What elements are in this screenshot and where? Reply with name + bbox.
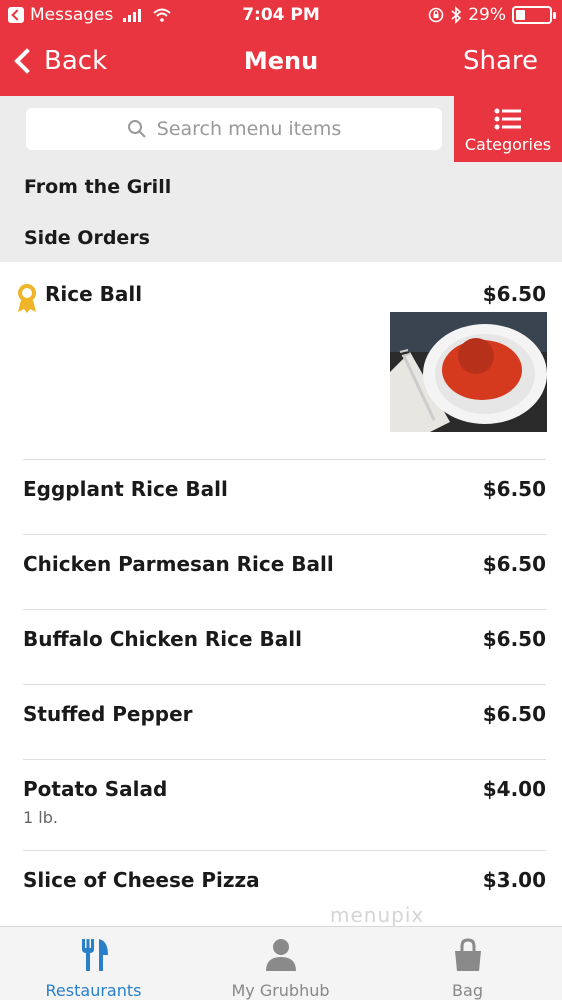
item-description: 1 lb. — [23, 808, 58, 827]
search-placeholder: Search menu items — [156, 118, 342, 140]
item-price: $4.00 — [482, 777, 546, 801]
item-price: $3.00 — [482, 868, 546, 892]
rice-ball-photo[interactable] — [390, 312, 547, 432]
menu-item-potato-salad[interactable]: Potato Salad $4.00 1 lb. — [0, 760, 562, 851]
menu-item-eggplant-rice-ball[interactable]: Eggplant Rice Ball $6.50 — [0, 460, 562, 535]
categories-button[interactable]: Categories — [454, 96, 562, 162]
bluetooth-icon — [451, 6, 462, 24]
item-name: Stuffed Pepper — [23, 702, 193, 726]
list-icon — [494, 108, 521, 130]
person-icon — [266, 939, 296, 971]
item-name: Slice of Cheese Pizza — [23, 868, 260, 892]
bag-icon — [455, 938, 481, 971]
tab-my-grubhub[interactable]: My Grubhub — [187, 927, 374, 1000]
status-bar: Messages 7:04 PM 29% — [0, 0, 562, 32]
battery-level — [516, 10, 526, 20]
tab-restaurants[interactable]: Restaurants — [0, 927, 187, 1000]
award-icon — [18, 284, 36, 313]
tab-label: My Grubhub — [231, 981, 330, 1000]
nav-bar: Back Menu Share — [0, 32, 562, 96]
menu-item-buffalo-chicken-rice-ball[interactable]: Buffalo Chicken Rice Ball $6.50 — [0, 610, 562, 685]
rotation-lock-icon — [428, 7, 444, 23]
category-list: From the Grill Side Orders — [0, 162, 562, 262]
tab-label: Restaurants — [45, 981, 142, 1000]
item-price: $6.50 — [482, 282, 546, 306]
item-price: $6.50 — [482, 702, 546, 726]
search-area: Search menu items Categories — [0, 96, 562, 162]
tab-bar: Restaurants My Grubhub Bag — [0, 926, 562, 1000]
categories-label: Categories — [464, 135, 552, 154]
share-button[interactable]: Share — [463, 46, 538, 76]
tab-label: Bag — [452, 981, 483, 1000]
category-from-the-grill[interactable]: From the Grill — [24, 176, 171, 198]
menu-item-stuffed-pepper[interactable]: Stuffed Pepper $6.50 — [0, 685, 562, 760]
item-price: $6.50 — [482, 477, 546, 501]
watermark: menupix — [330, 903, 425, 927]
item-name: Buffalo Chicken Rice Ball — [23, 627, 302, 651]
item-name: Eggplant Rice Ball — [23, 477, 228, 501]
menu-item-chicken-parmesan-rice-ball[interactable]: Chicken Parmesan Rice Ball $6.50 — [0, 535, 562, 610]
search-input[interactable]: Search menu items — [26, 108, 442, 150]
battery-percent: 29% — [468, 5, 506, 25]
menu-item-slice-of-cheese-pizza[interactable]: Slice of Cheese Pizza $3.00 — [0, 851, 562, 926]
status-right: 29% — [428, 5, 556, 25]
item-name: Chicken Parmesan Rice Ball — [23, 552, 334, 576]
tab-bag[interactable]: Bag — [374, 927, 561, 1000]
menu-item-rice-ball[interactable]: Rice Ball $6.50 — [0, 262, 562, 460]
item-name: Rice Ball — [45, 282, 143, 306]
item-price: $6.50 — [482, 552, 546, 576]
category-side-orders[interactable]: Side Orders — [24, 227, 150, 249]
fork-knife-icon — [82, 939, 108, 971]
battery-icon — [512, 6, 556, 24]
item-name: Potato Salad — [23, 777, 168, 801]
search-icon — [127, 120, 146, 138]
item-price: $6.50 — [482, 627, 546, 651]
